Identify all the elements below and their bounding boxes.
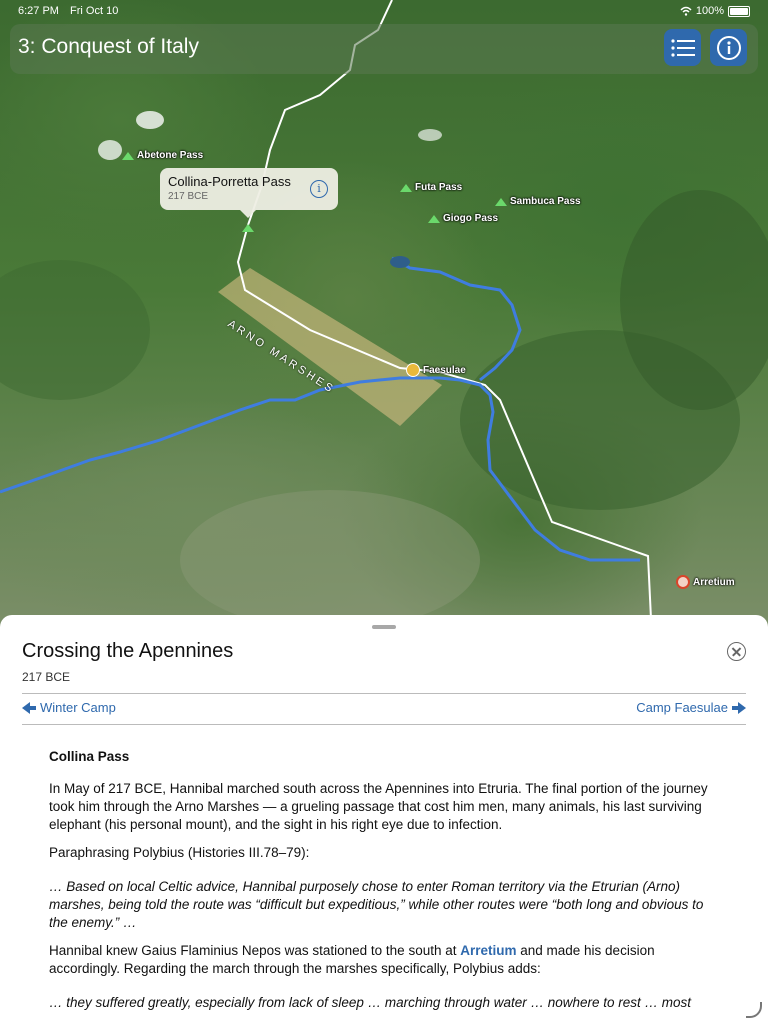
info-icon bbox=[716, 35, 741, 60]
battery-icon bbox=[728, 5, 750, 17]
status-date: Fri Oct 10 bbox=[70, 5, 119, 17]
callout-subtitle: 217 BCE bbox=[168, 191, 209, 202]
map-pin-abetone-pass[interactable]: Abetone Pass bbox=[122, 150, 203, 161]
paragraph: In May of 217 BCE, Hannibal marched sout… bbox=[49, 781, 708, 832]
sheet-date: 217 BCE bbox=[22, 670, 71, 684]
top-bar: 3: Conquest of Italy bbox=[10, 24, 758, 74]
arrow-right-icon bbox=[732, 701, 746, 714]
arretium-link[interactable]: Arretium bbox=[460, 943, 516, 958]
list-button[interactable] bbox=[664, 29, 701, 66]
page-title: 3: Conquest of Italy bbox=[18, 35, 199, 58]
map-overlay bbox=[0, 0, 768, 640]
quote: … Based on local Celtic advice, Hannibal… bbox=[49, 879, 704, 930]
paragraph: Paraphrasing Polybius (Histories III.78–… bbox=[49, 845, 310, 860]
callout-title: Collina-Porretta Pass bbox=[168, 174, 291, 189]
info-button[interactable] bbox=[710, 29, 747, 66]
pass-callout[interactable]: Collina-Porretta Pass 217 BCE i bbox=[160, 168, 338, 218]
map-pin-arretium[interactable]: Arretium bbox=[676, 575, 735, 589]
wifi-icon bbox=[680, 6, 692, 16]
map-pin-futa-pass[interactable]: Futa Pass bbox=[400, 182, 462, 193]
status-bar: 6:27 PM Fri Oct 10 100% bbox=[18, 5, 750, 19]
camp-icon bbox=[406, 363, 420, 377]
sheet-title: Crossing the Apennines bbox=[22, 640, 234, 662]
next-event-link[interactable]: Camp Faesulae bbox=[636, 700, 746, 715]
river-tributary bbox=[391, 256, 522, 382]
map-pin-sambuca-pass[interactable]: Sambuca Pass bbox=[495, 196, 581, 207]
detail-sheet: Crossing the Apennines 217 BCE Winter Ca… bbox=[0, 615, 768, 1024]
sheet-content: Collina Pass In May of 217 BCE, Hannibal… bbox=[49, 748, 719, 1022]
map-pin-faesulae[interactable]: Faesulae bbox=[406, 363, 466, 377]
paragraph: Hannibal knew Gaius Flaminius Nepos was … bbox=[49, 943, 655, 976]
pass-icon bbox=[428, 214, 440, 223]
map-view[interactable]: Abetone Pass Futa Pass Sambuca Pass Giog… bbox=[0, 0, 768, 640]
section-heading: Collina Pass bbox=[49, 749, 130, 764]
arno-marshes-region bbox=[218, 268, 442, 426]
map-pin-collina-pass[interactable] bbox=[242, 224, 254, 232]
list-icon bbox=[670, 38, 695, 57]
close-icon[interactable] bbox=[727, 642, 746, 661]
sheet-grabber[interactable] bbox=[372, 625, 396, 629]
arrow-left-icon bbox=[22, 701, 36, 714]
map-pin-giogo-pass[interactable]: Giogo Pass bbox=[428, 213, 498, 224]
pass-icon bbox=[242, 224, 254, 232]
event-navigation: Winter Camp Camp Faesulae bbox=[22, 693, 746, 725]
pass-icon bbox=[122, 151, 134, 160]
prev-event-link[interactable]: Winter Camp bbox=[22, 700, 116, 715]
quote: … they suffered greatly, especially from… bbox=[49, 995, 692, 1010]
target-icon bbox=[676, 575, 690, 589]
info-icon[interactable]: i bbox=[310, 180, 328, 198]
status-time: 6:27 PM bbox=[18, 5, 59, 17]
battery-percent: 100% bbox=[695, 5, 724, 17]
pass-icon bbox=[400, 183, 412, 192]
pass-icon bbox=[495, 197, 507, 206]
